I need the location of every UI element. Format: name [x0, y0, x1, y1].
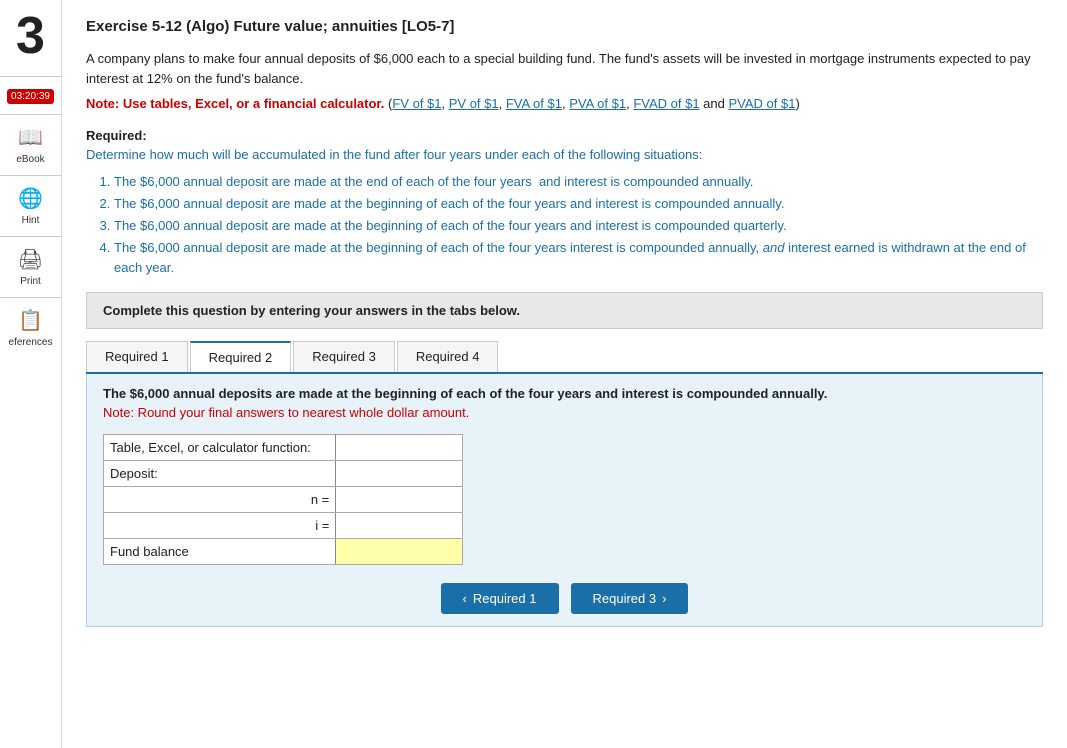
sidebar: 3 03:20:39 📖 eBook 🌐 Hint 🖨 Print 📋 efer…	[0, 0, 62, 748]
required-label: Required:	[86, 128, 1043, 143]
next-button-label: Required 3	[593, 591, 657, 606]
input-fund-balance-field[interactable]	[342, 544, 456, 559]
label-n: n =	[104, 487, 336, 513]
sidebar-print-group[interactable]: 🖨 Print	[0, 243, 61, 291]
input-n-field[interactable]	[342, 492, 456, 507]
tabs-container: Required 1 Required 2 Required 3 Require…	[86, 341, 1043, 374]
link-pvad[interactable]: PVAD of $1	[728, 96, 795, 111]
prev-arrow-icon: ‹	[463, 591, 467, 606]
input-deposit-field[interactable]	[342, 466, 456, 481]
tab-required-4[interactable]: Required 4	[397, 341, 499, 372]
table-row-3: n =	[104, 487, 463, 513]
list-item-2: The $6,000 annual deposit are made at th…	[114, 194, 1043, 214]
sidebar-divider-2	[0, 114, 61, 115]
print-icon: 🖨	[18, 247, 43, 272]
note-bold: Note: Use tables, Excel, or a financial …	[86, 96, 384, 111]
link-pva[interactable]: PVA of $1	[569, 96, 626, 111]
input-i[interactable]	[336, 513, 463, 539]
nav-buttons: ‹ Required 1 Required 3 ›	[103, 583, 1026, 614]
label-table-excel: Table, Excel, or calculator function:	[104, 435, 336, 461]
sidebar-divider-5	[0, 297, 61, 298]
list-item-3: The $6,000 annual deposit are made at th…	[114, 216, 1043, 236]
input-i-field[interactable]	[342, 518, 456, 533]
list-item-4: The $6,000 annual deposit are made at th…	[114, 238, 1043, 278]
references-label: eferences	[9, 337, 53, 348]
sidebar-divider-4	[0, 236, 61, 237]
note-links: (FV of $1, PV of $1, FVA of $1, PVA of $…	[388, 96, 800, 111]
exercise-title: Exercise 5-12 (Algo) Future value; annui…	[86, 18, 1043, 35]
input-n[interactable]	[336, 487, 463, 513]
label-deposit: Deposit:	[104, 461, 336, 487]
input-fund-balance[interactable]	[336, 539, 463, 565]
table-row-4: i =	[104, 513, 463, 539]
tab-content: The $6,000 annual deposits are made at t…	[86, 374, 1043, 627]
link-fv[interactable]: FV of $1	[392, 96, 441, 111]
numbered-list: The $6,000 annual deposit are made at th…	[114, 172, 1043, 279]
instruction-text: Complete this question by entering your …	[103, 303, 520, 318]
print-label: Print	[20, 276, 41, 287]
label-i: i =	[104, 513, 336, 539]
prev-button[interactable]: ‹ Required 1	[441, 583, 559, 614]
ebook-label: eBook	[16, 154, 44, 165]
note-line: Note: Use tables, Excel, or a financial …	[86, 94, 1043, 114]
hint-icon: 🌐	[18, 186, 43, 211]
link-fvad[interactable]: FVAD of $1	[633, 96, 699, 111]
timer-badge: 03:20:39	[7, 89, 54, 104]
link-pv[interactable]: PV of $1	[449, 96, 499, 111]
sidebar-timer-group: 03:20:39	[0, 83, 61, 108]
instruction-box: Complete this question by entering your …	[86, 292, 1043, 329]
prev-button-label: Required 1	[473, 591, 537, 606]
main-content: Exercise 5-12 (Algo) Future value; annui…	[62, 0, 1067, 748]
input-table-excel-field[interactable]	[342, 440, 456, 455]
ebook-icon: 📖	[18, 125, 43, 150]
input-table-excel[interactable]	[336, 435, 463, 461]
tab-intro-text: The $6,000 annual deposits are made at t…	[103, 386, 1026, 401]
table-row-1: Table, Excel, or calculator function:	[104, 435, 463, 461]
determine-text: Determine how much will be accumulated i…	[86, 147, 1043, 162]
intro-text: A company plans to make four annual depo…	[86, 49, 1043, 88]
tab-required-2[interactable]: Required 2	[190, 341, 292, 372]
next-button[interactable]: Required 3 ›	[571, 583, 689, 614]
sidebar-references-group[interactable]: 📋 eferences	[0, 304, 61, 352]
input-table: Table, Excel, or calculator function: De…	[103, 434, 463, 565]
link-fva[interactable]: FVA of $1	[506, 96, 562, 111]
next-arrow-icon: ›	[662, 591, 666, 606]
table-row-5: Fund balance	[104, 539, 463, 565]
sidebar-number: 3	[16, 10, 45, 62]
references-icon: 📋	[18, 308, 43, 333]
sidebar-divider	[0, 76, 61, 77]
sidebar-ebook-group[interactable]: 📖 eBook	[0, 121, 61, 169]
tab-required-3[interactable]: Required 3	[293, 341, 395, 372]
list-item-1: The $6,000 annual deposit are made at th…	[114, 172, 1043, 192]
label-fund-balance: Fund balance	[104, 539, 336, 565]
sidebar-divider-3	[0, 175, 61, 176]
table-row-2: Deposit:	[104, 461, 463, 487]
intro-text-content: A company plans to make four annual depo…	[86, 51, 1031, 86]
input-deposit[interactable]	[336, 461, 463, 487]
hint-label: Hint	[22, 215, 40, 226]
tab-required-1[interactable]: Required 1	[86, 341, 188, 372]
tab-note: Note: Round your final answers to neares…	[103, 405, 1026, 420]
sidebar-hint-group[interactable]: 🌐 Hint	[0, 182, 61, 230]
